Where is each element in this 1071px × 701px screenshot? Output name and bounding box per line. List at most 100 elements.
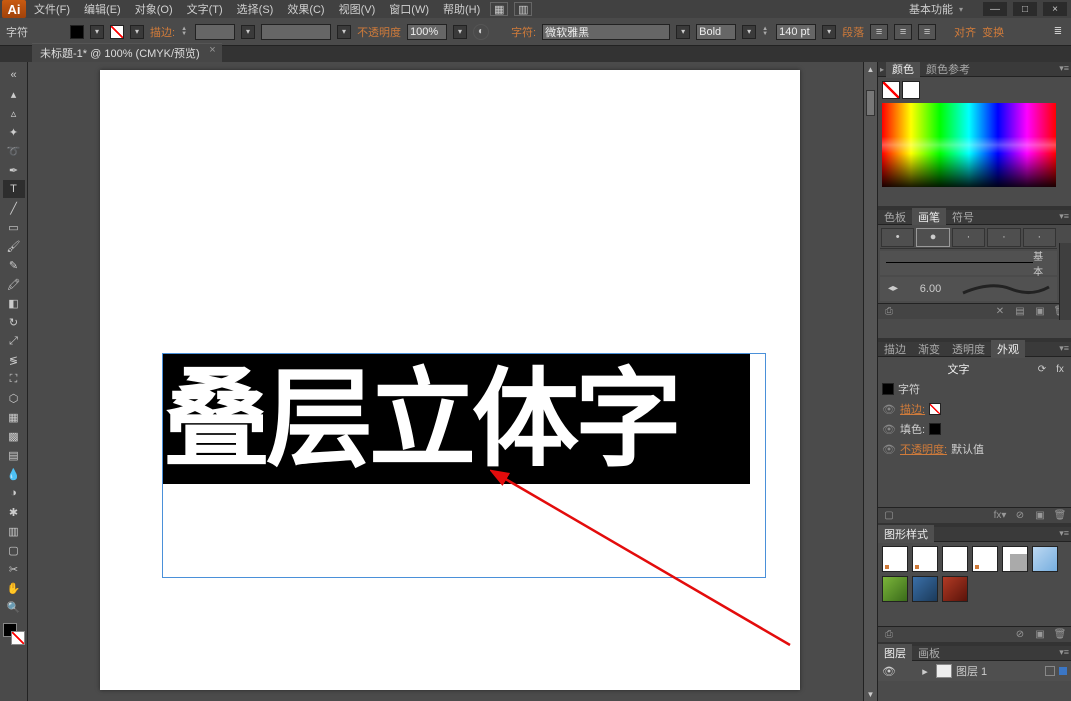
color-fill-swatch[interactable] <box>882 81 900 99</box>
window-maximize-button[interactable]: □ <box>1013 2 1037 16</box>
window-minimize-button[interactable]: — <box>983 2 1007 16</box>
fill-dropdown-icon[interactable]: ▾ <box>90 25 104 39</box>
align-panel-label[interactable]: 对齐 <box>954 24 976 40</box>
type-tool[interactable]: T <box>3 180 25 198</box>
font-size-stepper[interactable]: ▲▼ <box>762 27 770 37</box>
tab-collapse-icon[interactable]: « <box>3 66 25 84</box>
tab-appearance[interactable]: 外观 <box>991 340 1025 358</box>
window-close-button[interactable]: × <box>1043 2 1067 16</box>
workspace-dropdown-icon[interactable]: ▾ <box>959 5 963 14</box>
align-left-button[interactable]: ≡ <box>870 24 888 40</box>
fill-swatch[interactable] <box>70 25 84 39</box>
appearance-stroke-swatch[interactable] <box>929 403 941 415</box>
scroll-up-button[interactable]: ▲ <box>864 62 877 76</box>
transform-panel-label[interactable]: 变换 <box>982 24 1004 40</box>
color-panel-menu-icon[interactable]: ▾≡ <box>1059 63 1069 74</box>
brush-preset-3[interactable]: · <box>952 228 985 247</box>
scale-tool[interactable]: ⤢ <box>3 332 25 350</box>
document-tab[interactable]: 未标题-1* @ 100% (CMYK/预览) × <box>32 43 222 62</box>
menu-type[interactable]: 文字(T) <box>183 0 227 19</box>
options-menu-icon[interactable]: ≣ <box>1051 25 1065 39</box>
brush-preset-5[interactable]: · <box>1023 228 1056 247</box>
tab-graphic-styles[interactable]: 图形样式 <box>878 525 934 543</box>
gstyle-panel-menu-icon[interactable]: ▾≡ <box>1059 528 1069 539</box>
graphic-style-2[interactable] <box>912 546 938 572</box>
appearance-stroke-label[interactable]: 描边: <box>900 401 925 417</box>
brush-options-icon[interactable]: ▤ <box>1013 304 1027 318</box>
eye-icon-stroke[interactable]: 👁 <box>882 403 896 416</box>
canvas-area[interactable]: 叠层立体字 ▲ ▼ <box>28 62 877 701</box>
graphic-style-4[interactable] <box>972 546 998 572</box>
layer-name-label[interactable]: 图层 1 <box>956 663 987 679</box>
menu-window[interactable]: 窗口(W) <box>385 0 433 19</box>
stroke-weight-field[interactable] <box>195 24 235 40</box>
menu-effect[interactable]: 效果(C) <box>283 0 328 19</box>
appearance-fx-icon[interactable]: fx <box>1053 362 1067 376</box>
brush-panel-menu-icon[interactable]: ▾≡ <box>1059 211 1069 222</box>
appearance-row-opacity[interactable]: 👁 不透明度: 默认值 <box>878 439 1071 459</box>
appearance-fill-swatch[interactable] <box>929 423 941 435</box>
pen-tool[interactable]: ✒ <box>3 161 25 179</box>
arrange-docs-icon[interactable]: ▥ <box>514 2 532 16</box>
menu-select[interactable]: 选择(S) <box>233 0 278 19</box>
brush-libraries-icon[interactable]: ⎙ <box>882 304 896 318</box>
gstyle-break-link-icon[interactable]: ⊘ <box>1013 628 1027 642</box>
tab-brushes[interactable]: 画笔 <box>912 208 946 226</box>
stroke-swatch[interactable] <box>110 25 124 39</box>
paintbrush-tool[interactable]: 🖌 <box>3 237 25 255</box>
brush-panel-scrollbar[interactable] <box>1059 243 1071 321</box>
stroke-weight-dropdown[interactable]: ▾ <box>241 25 255 39</box>
appearance-dup-icon[interactable]: ▣ <box>1033 509 1047 523</box>
appearance-row-stroke[interactable]: 👁 描边: <box>878 399 1071 419</box>
workspace-switcher[interactable]: 基本功能 <box>909 1 953 17</box>
stroke-weight-stepper[interactable]: ▲▼ <box>181 27 189 37</box>
tab-layers[interactable]: 图层 <box>878 644 912 662</box>
color-stroke-swatch[interactable] <box>902 81 920 99</box>
scroll-down-button[interactable]: ▼ <box>864 687 877 701</box>
tab-symbols[interactable]: 符号 <box>946 208 980 226</box>
hand-tool[interactable]: ✋ <box>3 579 25 597</box>
symbol-sprayer-tool[interactable]: ✱ <box>3 503 25 521</box>
menu-file[interactable]: 文件(F) <box>30 0 74 19</box>
recolor-icon[interactable]: ◐ <box>473 24 489 40</box>
font-style-dropdown[interactable]: ▾ <box>742 25 756 39</box>
opacity-field[interactable]: 100% <box>407 24 447 40</box>
menu-view[interactable]: 视图(V) <box>335 0 380 19</box>
appearance-add-fx-icon[interactable]: fx▾ <box>993 509 1007 523</box>
align-right-button[interactable]: ≡ <box>918 24 936 40</box>
brush-preset-4[interactable]: · <box>987 228 1020 247</box>
graphic-style-1[interactable] <box>882 546 908 572</box>
tab-color[interactable]: 颜色 <box>886 62 920 78</box>
blob-brush-tool[interactable]: 🖍 <box>3 275 25 293</box>
tab-artboards[interactable]: 画板 <box>912 644 946 662</box>
appearance-delete-icon[interactable]: 🗑 <box>1053 509 1067 523</box>
brush-preset-1[interactable]: • <box>881 228 914 247</box>
tab-color-guide[interactable]: 颜色参考 <box>920 62 976 78</box>
menu-help[interactable]: 帮助(H) <box>439 0 484 19</box>
layout-icon[interactable]: ▦ <box>490 2 508 16</box>
gstyle-delete-icon[interactable]: 🗑 <box>1053 628 1067 642</box>
menu-edit[interactable]: 编辑(E) <box>80 0 125 19</box>
mesh-tool[interactable]: ▩ <box>3 427 25 445</box>
variable-width-dropdown[interactable]: ▾ <box>337 25 351 39</box>
appearance-row-fill[interactable]: 👁 填色: <box>878 419 1071 439</box>
line-tool[interactable]: ╱ <box>3 199 25 217</box>
graphic-style-7[interactable] <box>882 576 908 602</box>
lasso-tool[interactable]: ➰ <box>3 142 25 160</box>
appearance-clear-icon[interactable]: ⊘ <box>1013 509 1027 523</box>
gradient-tool[interactable]: ▤ <box>3 446 25 464</box>
graphic-style-6[interactable] <box>1032 546 1058 572</box>
color-spectrum[interactable] <box>882 103 1056 187</box>
appearance-panel-menu-icon[interactable]: ▾≡ <box>1059 343 1069 354</box>
font-size-dropdown[interactable]: ▾ <box>822 25 836 39</box>
new-brush-icon[interactable]: ▣ <box>1033 304 1047 318</box>
variable-width-field[interactable] <box>261 24 331 40</box>
graphic-style-8[interactable] <box>912 576 938 602</box>
brush-size-stepper-icon[interactable]: ◂▸ <box>886 282 900 296</box>
fill-stroke-control[interactable] <box>3 623 25 645</box>
free-transform-tool[interactable]: ⛶ <box>3 370 25 388</box>
appearance-new-art-icon[interactable]: ▢ <box>882 509 896 523</box>
appearance-target-icon[interactable]: ⟳ <box>1035 362 1049 376</box>
remove-brush-stroke-icon[interactable]: ✕ <box>993 304 1007 318</box>
gstyle-libraries-icon[interactable]: ⎙ <box>882 628 896 642</box>
